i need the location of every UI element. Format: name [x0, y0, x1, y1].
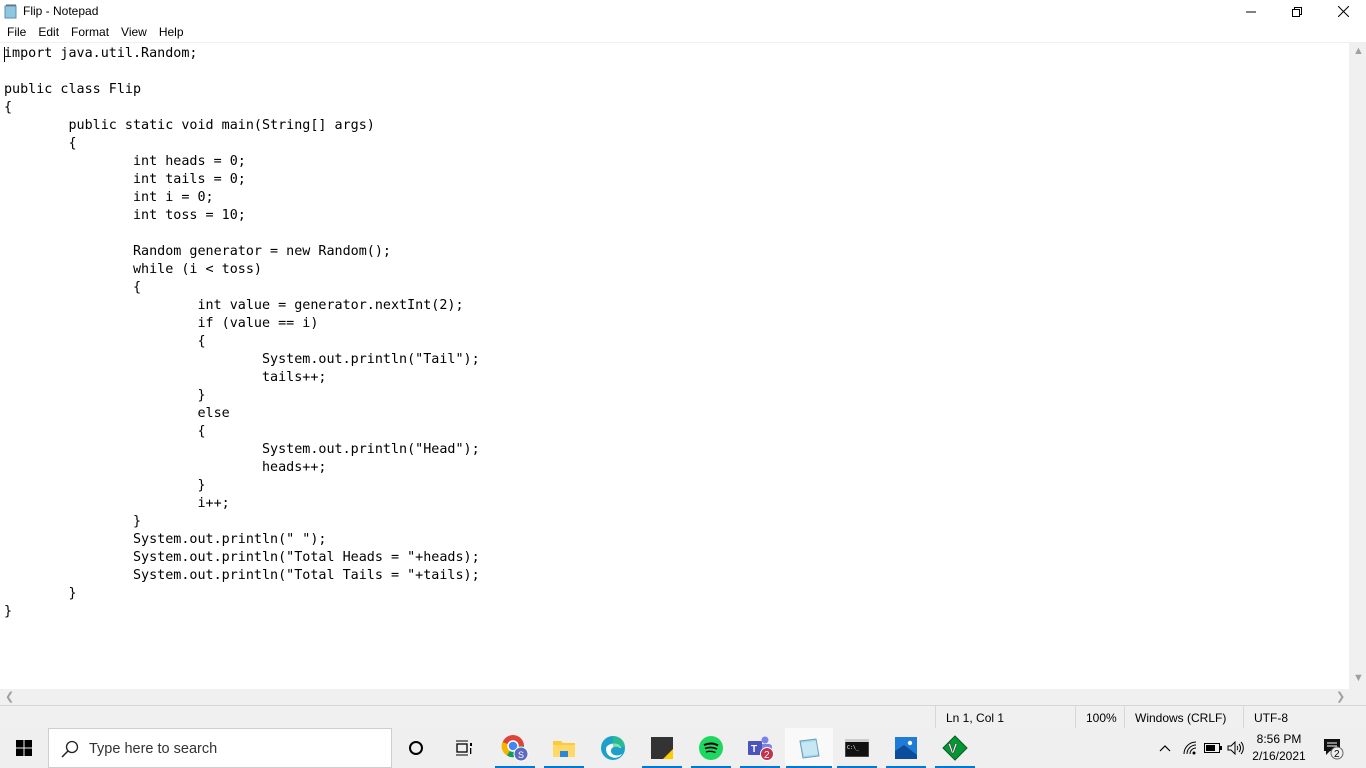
action-center-button[interactable]: 2 — [1318, 728, 1348, 768]
wifi-icon — [1183, 741, 1197, 755]
search-icon — [61, 740, 79, 758]
photos-icon — [895, 737, 917, 759]
show-hidden-icons-button[interactable] — [1156, 728, 1174, 768]
restore-button[interactable] — [1274, 0, 1320, 23]
volume-icon — [1227, 741, 1244, 755]
scroll-right-icon[interactable]: ❯ — [1336, 690, 1345, 703]
title-bar: Flip - Notepad — [0, 0, 1366, 23]
command-prompt-icon: C:\_ — [845, 739, 869, 757]
edge-icon — [601, 736, 625, 760]
notification-count: 2 — [1334, 749, 1340, 760]
spotify-icon — [699, 736, 723, 760]
svg-text:S: S — [518, 750, 524, 760]
notepad-icon — [799, 738, 820, 759]
svg-text:T: T — [751, 744, 757, 755]
text-caret — [4, 47, 5, 62]
status-bar: Ln 1, Col 1 100% Windows (CRLF) UTF-8 — [0, 705, 1366, 728]
clock[interactable]: 8:56 PM 2/16/2021 — [1244, 731, 1314, 765]
clock-time: 8:56 PM — [1256, 732, 1302, 746]
taskbar-file-explorer[interactable] — [540, 728, 588, 768]
taskbar-sticky-notes[interactable] — [638, 728, 686, 768]
teams-icon: T2 — [748, 736, 774, 761]
sticky-notes-icon — [651, 737, 673, 759]
scroll-up-icon[interactable]: ▲ — [1353, 45, 1364, 57]
taskbar-photos[interactable] — [882, 728, 930, 768]
clock-date: 2/16/2021 — [1252, 749, 1306, 763]
horizontal-scrollbar[interactable]: ❮ ❯ — [0, 689, 1349, 705]
taskbar-notepad[interactable] — [785, 728, 833, 768]
taskbar-spotify[interactable] — [687, 728, 735, 768]
search-box[interactable]: Type here to search — [48, 728, 392, 768]
task-view-button[interactable] — [440, 728, 488, 768]
editor-content[interactable]: import java.util.Random; public class Fl… — [0, 43, 1349, 621]
volume-button[interactable] — [1226, 728, 1246, 768]
scroll-down-icon[interactable]: ▼ — [1353, 672, 1364, 684]
cursor-position: Ln 1, Col 1 — [935, 706, 1075, 728]
notepad-icon — [4, 4, 18, 19]
taskbar-chrome[interactable]: S — [491, 728, 539, 768]
start-button[interactable] — [0, 728, 48, 768]
scrollbar-corner — [1349, 689, 1366, 705]
vertical-scrollbar[interactable]: ▲ ▼ — [1349, 42, 1366, 689]
battery-icon — [1204, 743, 1222, 753]
battery-button[interactable] — [1203, 728, 1223, 768]
cortana-icon — [409, 741, 423, 755]
text-editor[interactable]: import java.util.Random; public class Fl… — [0, 42, 1349, 689]
menu-bar: File Edit Format View Help — [0, 23, 1366, 42]
cortana-button[interactable] — [392, 728, 440, 768]
minimize-button[interactable] — [1228, 0, 1274, 23]
taskbar-command-prompt[interactable]: C:\_ — [833, 728, 881, 768]
taskbar-vim[interactable]: V — [931, 728, 979, 768]
chevron-up-icon — [1159, 745, 1171, 752]
vim-icon: V — [942, 735, 968, 761]
taskbar-teams[interactable]: T2 — [736, 728, 784, 768]
folder-icon — [553, 741, 575, 757]
chrome-icon: S — [501, 735, 529, 762]
svg-text:C:\_: C:\_ — [847, 745, 860, 751]
menu-file[interactable]: File — [0, 23, 31, 42]
menu-view[interactable]: View — [114, 23, 152, 42]
notifications-icon: 2 — [1324, 739, 1344, 760]
windows-logo-icon — [16, 740, 32, 756]
svg-text:V: V — [948, 740, 958, 756]
zoom-level: 100% — [1075, 706, 1125, 728]
scroll-left-icon[interactable]: ❮ — [5, 690, 14, 703]
menu-help[interactable]: Help — [152, 23, 189, 42]
task-view-icon — [456, 740, 472, 756]
encoding: UTF-8 — [1243, 706, 1366, 728]
teams-badge: 2 — [764, 750, 770, 761]
close-button[interactable] — [1320, 0, 1366, 23]
menu-edit[interactable]: Edit — [31, 23, 64, 42]
line-ending: Windows (CRLF) — [1124, 706, 1244, 728]
taskbar: Type here to search S T2 C:\_ V 8:56 PM … — [0, 728, 1366, 768]
taskbar-edge[interactable] — [589, 728, 637, 768]
network-button[interactable] — [1180, 728, 1200, 768]
search-placeholder: Type here to search — [89, 741, 218, 757]
window-title: Flip - Notepad — [23, 4, 99, 18]
menu-format[interactable]: Format — [64, 23, 114, 42]
